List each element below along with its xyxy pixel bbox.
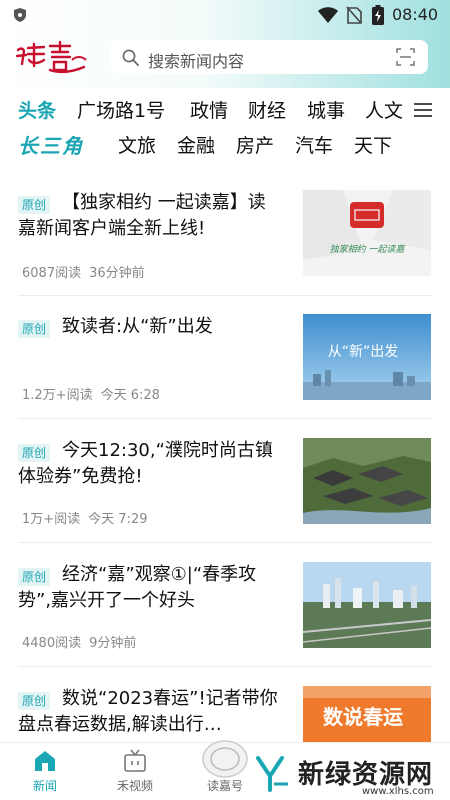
channel-nav-secondary: 长三角 文旅 金融 房产 汽车 天下 xyxy=(0,130,450,160)
divider xyxy=(18,542,432,543)
dujia-hao-icon xyxy=(202,740,248,778)
scan-icon[interactable] xyxy=(396,48,415,66)
status-time: 08:40 xyxy=(392,5,439,24)
article-thumbnail: 从“新”出发 xyxy=(303,314,431,400)
app-logo[interactable] xyxy=(14,40,90,76)
article-meta: 1万+阅读 今天 7:29 xyxy=(22,512,148,527)
article-title: 经济“嘉”观察①|“春季攻势”,嘉兴开了一个好头 xyxy=(18,564,257,611)
tab-label: 禾视频 xyxy=(116,779,153,793)
tab-wenlv[interactable]: 文旅 xyxy=(118,131,156,158)
thumbnail-caption: 数说春运 xyxy=(323,705,403,729)
article-title: 今天12:30,“濮院时尚古镇体验券”免费抢! xyxy=(18,440,273,487)
watermark-url: www.xlhs.com xyxy=(362,786,434,797)
shield-icon xyxy=(14,8,26,22)
thumbnail-caption: 独家相约 一起读嘉 xyxy=(330,244,407,255)
no-sim-icon xyxy=(346,6,362,24)
divider xyxy=(18,666,432,667)
search-icon xyxy=(122,49,139,66)
article-meta: 4480阅读 9分钟前 xyxy=(22,636,137,651)
article-meta: 1.2万+阅读 今天 6:28 xyxy=(22,388,160,403)
tab-tianxia[interactable]: 天下 xyxy=(354,131,392,158)
channel-nav: 头条 广场路1号 政情 财经 城事 人文 xyxy=(0,96,450,126)
status-bar: 08:40 xyxy=(0,0,450,30)
article-thumbnail: 数说春运 xyxy=(303,686,431,742)
menu-icon[interactable] xyxy=(414,102,432,118)
tab-zhengqing[interactable]: 政情 xyxy=(190,96,228,123)
watermark-logo-icon xyxy=(256,756,288,792)
search-placeholder: 搜索新闻内容 xyxy=(148,52,245,71)
thumbnail-caption: 从“新”出发 xyxy=(328,344,399,360)
article-thumbnail xyxy=(303,438,431,524)
tab-qiche[interactable]: 汽车 xyxy=(295,131,333,158)
tab-changsanjiao[interactable]: 长三角 xyxy=(18,130,84,159)
top-header: 08:40 搜索新闻内容 xyxy=(0,0,450,88)
tab-renwen[interactable]: 人文 xyxy=(365,96,403,123)
tab-caijing[interactable]: 财经 xyxy=(248,96,286,123)
watermark: 新绿资源网 www.xlhs.com xyxy=(250,748,450,800)
battery-charging-icon xyxy=(372,5,384,25)
article-meta: 6087阅读 36分钟前 xyxy=(22,266,145,281)
tab-guangchanglu[interactable]: 广场路1号 xyxy=(77,96,165,123)
article-thumbnail xyxy=(303,562,431,648)
tv-icon xyxy=(124,749,146,772)
tab-video[interactable]: 禾视频 xyxy=(90,743,180,800)
tab-chengshi[interactable]: 城事 xyxy=(307,96,345,123)
article-title: 数说“2023春运”!记者带你盘点春运数据,解读出行… xyxy=(18,688,278,735)
divider xyxy=(18,295,432,296)
article-title: 致读者:从“新”出发 xyxy=(62,316,213,337)
tab-label: 新闻 xyxy=(32,779,57,793)
article-title: 【独家相约 一起读嘉】读嘉新闻客户端全新上线! xyxy=(18,192,266,239)
search-bar[interactable]: 搜索新闻内容 xyxy=(110,40,428,74)
home-icon xyxy=(35,751,55,771)
divider xyxy=(18,418,432,419)
wifi-icon xyxy=(318,7,338,23)
article-thumbnail: 独家相约 一起读嘉 xyxy=(303,190,431,276)
tab-jinrong[interactable]: 金融 xyxy=(177,131,215,158)
tab-fangchan[interactable]: 房产 xyxy=(236,131,274,158)
tab-toutiao[interactable]: 头条 xyxy=(18,96,56,123)
tab-news[interactable]: 新闻 xyxy=(0,743,90,800)
